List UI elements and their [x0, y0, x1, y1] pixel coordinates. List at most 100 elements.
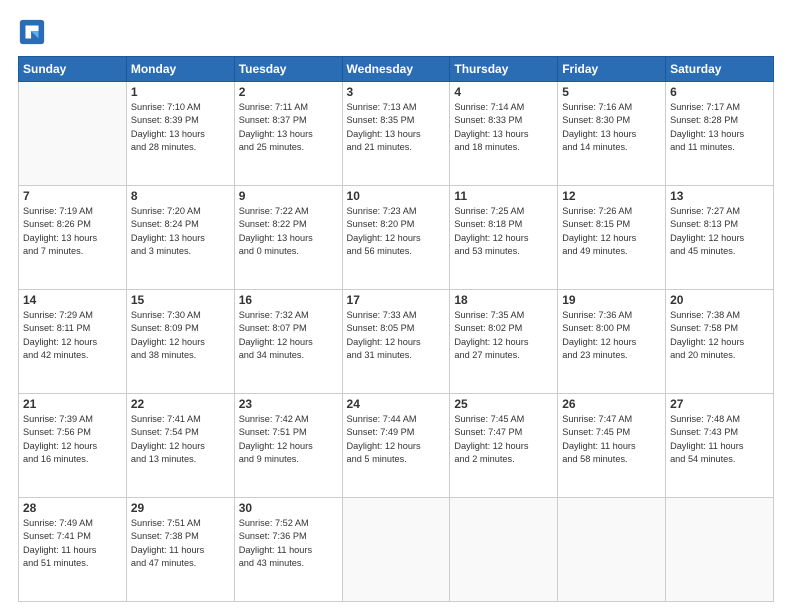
day-info: Sunrise: 7:32 AM Sunset: 8:07 PM Dayligh… [239, 309, 338, 362]
calendar-cell: 1 Sunrise: 7:10 AM Sunset: 8:39 PM Daylig… [126, 82, 234, 186]
day-info: Sunrise: 7:35 AM Sunset: 8:02 PM Dayligh… [454, 309, 553, 362]
day-number: 19 [562, 293, 661, 307]
calendar-cell: 4 Sunrise: 7:14 AM Sunset: 8:33 PM Daylig… [450, 82, 558, 186]
day-number: 7 [23, 189, 122, 203]
calendar-cell: 22 Sunrise: 7:41 AM Sunset: 7:54 PM Dayli… [126, 394, 234, 498]
calendar-cell: 9 Sunrise: 7:22 AM Sunset: 8:22 PM Daylig… [234, 186, 342, 290]
calendar-cell [450, 498, 558, 602]
weekday-header-sunday: Sunday [19, 57, 127, 82]
calendar-cell: 11 Sunrise: 7:25 AM Sunset: 8:18 PM Dayli… [450, 186, 558, 290]
day-info: Sunrise: 7:19 AM Sunset: 8:26 PM Dayligh… [23, 205, 122, 258]
day-info: Sunrise: 7:47 AM Sunset: 7:45 PM Dayligh… [562, 413, 661, 466]
calendar-body: 1 Sunrise: 7:10 AM Sunset: 8:39 PM Daylig… [19, 82, 774, 602]
day-info: Sunrise: 7:16 AM Sunset: 8:30 PM Dayligh… [562, 101, 661, 154]
weekday-header-row: SundayMondayTuesdayWednesdayThursdayFrid… [19, 57, 774, 82]
weekday-header-thursday: Thursday [450, 57, 558, 82]
logo-icon [18, 18, 46, 46]
day-number: 20 [670, 293, 769, 307]
day-info: Sunrise: 7:29 AM Sunset: 8:11 PM Dayligh… [23, 309, 122, 362]
day-number: 1 [131, 85, 230, 99]
day-info: Sunrise: 7:10 AM Sunset: 8:39 PM Dayligh… [131, 101, 230, 154]
calendar-cell: 7 Sunrise: 7:19 AM Sunset: 8:26 PM Daylig… [19, 186, 127, 290]
day-info: Sunrise: 7:30 AM Sunset: 8:09 PM Dayligh… [131, 309, 230, 362]
day-number: 29 [131, 501, 230, 515]
day-number: 9 [239, 189, 338, 203]
day-number: 13 [670, 189, 769, 203]
calendar-cell: 30 Sunrise: 7:52 AM Sunset: 7:36 PM Dayli… [234, 498, 342, 602]
day-info: Sunrise: 7:20 AM Sunset: 8:24 PM Dayligh… [131, 205, 230, 258]
week-row-4: 21Sunrise: 7:39 AM Sunset: 7:56 PM Dayli… [19, 394, 774, 498]
day-info: Sunrise: 7:45 AM Sunset: 7:47 PM Dayligh… [454, 413, 553, 466]
weekday-header-tuesday: Tuesday [234, 57, 342, 82]
calendar-cell: 28 Sunrise: 7:49 AM Sunset: 7:41 PM Dayli… [19, 498, 127, 602]
day-info: Sunrise: 7:26 AM Sunset: 8:15 PM Dayligh… [562, 205, 661, 258]
day-number: 11 [454, 189, 553, 203]
day-info: Sunrise: 7:14 AM Sunset: 8:33 PM Dayligh… [454, 101, 553, 154]
calendar-cell: 14 Sunrise: 7:29 AM Sunset: 8:11 PM Dayli… [19, 290, 127, 394]
calendar-cell: 21Sunrise: 7:39 AM Sunset: 7:56 PM Dayli… [19, 394, 127, 498]
week-row-2: 7 Sunrise: 7:19 AM Sunset: 8:26 PM Daylig… [19, 186, 774, 290]
day-number: 6 [670, 85, 769, 99]
day-info: Sunrise: 7:49 AM Sunset: 7:41 PM Dayligh… [23, 517, 122, 570]
calendar-cell [666, 498, 774, 602]
page: SundayMondayTuesdayWednesdayThursdayFrid… [0, 0, 792, 612]
day-number: 17 [347, 293, 446, 307]
day-number: 21 [23, 397, 122, 411]
calendar-cell [342, 498, 450, 602]
calendar-cell: 23Sunrise: 7:42 AM Sunset: 7:51 PM Dayli… [234, 394, 342, 498]
day-number: 16 [239, 293, 338, 307]
day-info: Sunrise: 7:41 AM Sunset: 7:54 PM Dayligh… [131, 413, 230, 466]
calendar-cell: 27 Sunrise: 7:48 AM Sunset: 7:43 PM Dayli… [666, 394, 774, 498]
day-info: Sunrise: 7:27 AM Sunset: 8:13 PM Dayligh… [670, 205, 769, 258]
day-number: 26 [562, 397, 661, 411]
day-info: Sunrise: 7:25 AM Sunset: 8:18 PM Dayligh… [454, 205, 553, 258]
day-info: Sunrise: 7:52 AM Sunset: 7:36 PM Dayligh… [239, 517, 338, 570]
weekday-header-friday: Friday [558, 57, 666, 82]
day-number: 30 [239, 501, 338, 515]
logo [18, 18, 50, 46]
weekday-header-wednesday: Wednesday [342, 57, 450, 82]
calendar-cell: 19Sunrise: 7:36 AM Sunset: 8:00 PM Dayli… [558, 290, 666, 394]
day-info: Sunrise: 7:11 AM Sunset: 8:37 PM Dayligh… [239, 101, 338, 154]
calendar-cell [558, 498, 666, 602]
day-number: 3 [347, 85, 446, 99]
calendar-cell: 18 Sunrise: 7:35 AM Sunset: 8:02 PM Dayli… [450, 290, 558, 394]
day-number: 28 [23, 501, 122, 515]
calendar-cell: 20 Sunrise: 7:38 AM Sunset: 7:58 PM Dayli… [666, 290, 774, 394]
calendar-header: SundayMondayTuesdayWednesdayThursdayFrid… [19, 57, 774, 82]
day-number: 22 [131, 397, 230, 411]
calendar-cell: 26 Sunrise: 7:47 AM Sunset: 7:45 PM Dayli… [558, 394, 666, 498]
day-info: Sunrise: 7:23 AM Sunset: 8:20 PM Dayligh… [347, 205, 446, 258]
day-info: Sunrise: 7:48 AM Sunset: 7:43 PM Dayligh… [670, 413, 769, 466]
day-number: 24 [347, 397, 446, 411]
calendar-cell: 17 Sunrise: 7:33 AM Sunset: 8:05 PM Dayli… [342, 290, 450, 394]
calendar-table: SundayMondayTuesdayWednesdayThursdayFrid… [18, 56, 774, 602]
day-info: Sunrise: 7:13 AM Sunset: 8:35 PM Dayligh… [347, 101, 446, 154]
day-number: 25 [454, 397, 553, 411]
day-number: 27 [670, 397, 769, 411]
day-number: 18 [454, 293, 553, 307]
calendar-cell: 2 Sunrise: 7:11 AM Sunset: 8:37 PM Daylig… [234, 82, 342, 186]
calendar-cell: 6 Sunrise: 7:17 AM Sunset: 8:28 PM Daylig… [666, 82, 774, 186]
calendar-cell: 16 Sunrise: 7:32 AM Sunset: 8:07 PM Dayli… [234, 290, 342, 394]
week-row-1: 1 Sunrise: 7:10 AM Sunset: 8:39 PM Daylig… [19, 82, 774, 186]
weekday-header-monday: Monday [126, 57, 234, 82]
day-number: 12 [562, 189, 661, 203]
day-number: 14 [23, 293, 122, 307]
calendar-cell: 29Sunrise: 7:51 AM Sunset: 7:38 PM Dayli… [126, 498, 234, 602]
calendar-cell: 10Sunrise: 7:23 AM Sunset: 8:20 PM Dayli… [342, 186, 450, 290]
day-info: Sunrise: 7:22 AM Sunset: 8:22 PM Dayligh… [239, 205, 338, 258]
day-number: 4 [454, 85, 553, 99]
day-info: Sunrise: 7:33 AM Sunset: 8:05 PM Dayligh… [347, 309, 446, 362]
week-row-5: 28 Sunrise: 7:49 AM Sunset: 7:41 PM Dayli… [19, 498, 774, 602]
day-info: Sunrise: 7:44 AM Sunset: 7:49 PM Dayligh… [347, 413, 446, 466]
day-number: 2 [239, 85, 338, 99]
weekday-header-saturday: Saturday [666, 57, 774, 82]
day-info: Sunrise: 7:38 AM Sunset: 7:58 PM Dayligh… [670, 309, 769, 362]
day-info: Sunrise: 7:17 AM Sunset: 8:28 PM Dayligh… [670, 101, 769, 154]
calendar-cell: 25 Sunrise: 7:45 AM Sunset: 7:47 PM Dayli… [450, 394, 558, 498]
day-number: 23 [239, 397, 338, 411]
calendar-cell: 5Sunrise: 7:16 AM Sunset: 8:30 PM Daylig… [558, 82, 666, 186]
header [18, 18, 774, 46]
calendar-cell: 8Sunrise: 7:20 AM Sunset: 8:24 PM Daylig… [126, 186, 234, 290]
